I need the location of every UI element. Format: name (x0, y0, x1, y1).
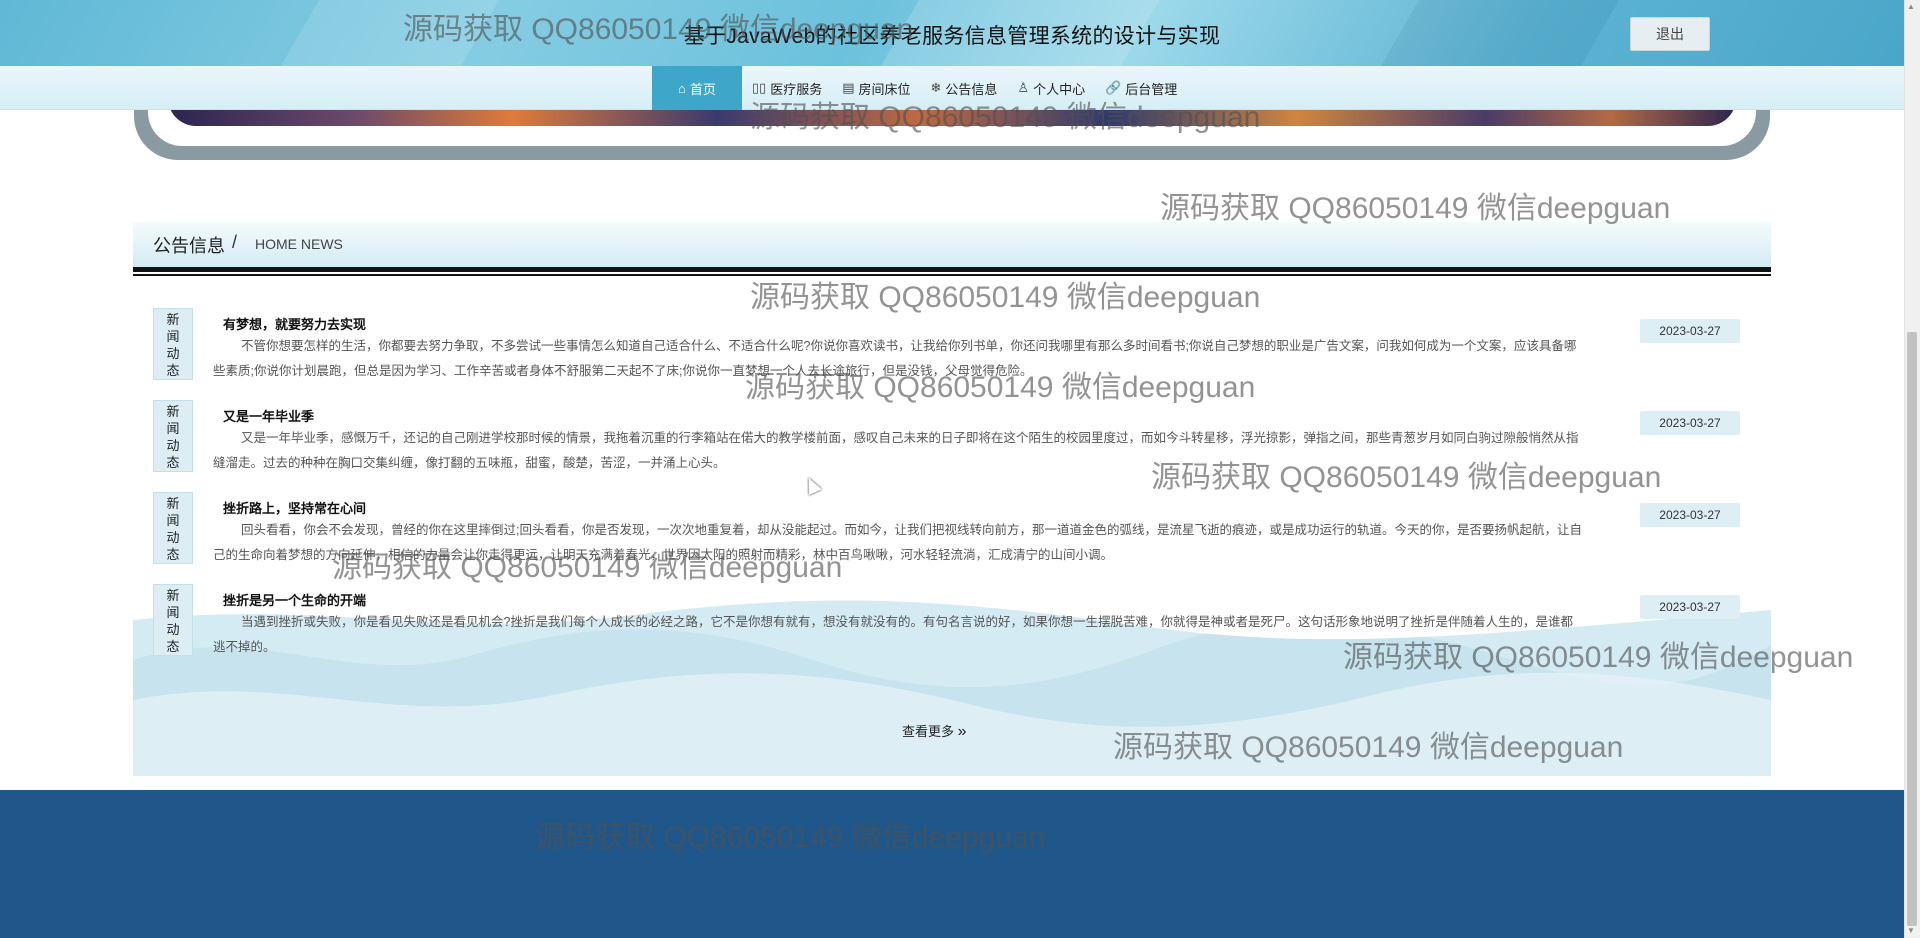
news-section-header (133, 222, 1771, 272)
news-list-item[interactable]: 新闻动态 挫折是另一个生命的开端 当遇到挫折或失败，你是看见失败还是看见机会?挫… (153, 584, 1743, 664)
logout-button[interactable]: 退出 (1630, 17, 1710, 51)
news-description: 回头看看，你会不会发现，曾经的你在这里摔倒过;回头看看，你是否发现，一次次地重复… (213, 523, 1582, 562)
main-nav: ⌂ 首页 ▯▯ 医疗服务 ▤ 房间床位 ❄ 公告信息 ♙ 个人中心 🔗 后台管理 (0, 66, 1904, 110)
news-tag: 新闻动态 (153, 584, 193, 656)
nav-item-label: 后台管理 (1125, 81, 1178, 97)
nav-item-5[interactable]: 🔗 后台管理 (1095, 66, 1187, 110)
news-tag: 新闻动态 (153, 492, 193, 564)
user-icon: ♙ (1017, 80, 1030, 95)
scroll-down-arrow-icon[interactable]: ▼ (1907, 926, 1915, 935)
nav-item-4[interactable]: ♙ 个人中心 (1007, 66, 1095, 110)
calendar-icon: ▤ (842, 80, 855, 95)
nav-item-label: 首页 (689, 81, 716, 97)
header-divider (133, 267, 1771, 272)
nav-item-label: 公告信息 (945, 81, 998, 97)
view-more-label: 查看更多 (902, 724, 955, 739)
nav-item-3[interactable]: ❄ 公告信息 (921, 66, 1008, 110)
section-subtitle: HOME NEWS (255, 236, 343, 252)
section-separator: / (232, 232, 238, 252)
news-tag: 新闻动态 (153, 308, 193, 380)
double-chevron-right-icon: » (957, 723, 967, 740)
home-icon: ⌂ (678, 80, 686, 96)
news-list-item[interactable]: 新闻动态 又是一年毕业季 又是一年毕业季，感慨万千，还记的自己刚进学校那时候的情… (153, 400, 1743, 480)
news-title[interactable]: 挫折是另一个生命的开端 (223, 590, 366, 609)
news-description: 不管你想要怎样的生活，你都要去努力争取，不多尝试一些事情怎么知道自己适合什么、不… (213, 339, 1577, 378)
news-description: 又是一年毕业季，感慨万千，还记的自己刚进学校那时候的情景，我拖着沉重的行李箱站在… (213, 431, 1579, 470)
site-title: 基于JavaWeb的社区养老服务信息管理系统的设计与实现 (683, 25, 1221, 48)
news-tag: 新闻动态 (153, 400, 193, 472)
nav-item-0[interactable]: ⌂ 首页 (652, 66, 742, 110)
news-date: 2023-03-27 (1640, 503, 1740, 527)
news-date: 2023-03-27 (1640, 319, 1740, 343)
snowflake-icon: ❄ (930, 80, 942, 95)
watermark: 源码获取 QQ86050149 微信deepguan (1160, 192, 1671, 225)
news-title[interactable]: 有梦想，就要努力去实现 (223, 314, 366, 333)
medical-icon: ▯▯ (751, 80, 767, 95)
news-title[interactable]: 又是一年毕业季 (223, 406, 314, 425)
section-title: 公告信息 (153, 236, 225, 256)
scrollbar-thumb[interactable] (1907, 332, 1917, 926)
nav-item-2[interactable]: ▤ 房间床位 (832, 66, 920, 110)
nav-item-label: 房间床位 (858, 81, 911, 97)
news-list-item[interactable]: 新闻动态 有梦想，就要努力去实现 不管你想要怎样的生活，你都要去努力争取，不多尝… (153, 308, 1743, 388)
link-icon: 🔗 (1105, 80, 1122, 95)
news-description: 当遇到挫折或失败，你是看见失败还是看见机会?挫折是我们每个人成长的必经之路，它不… (213, 615, 1573, 654)
page-footer (0, 790, 1904, 938)
view-more-link[interactable]: 查看更多 » (902, 721, 967, 741)
news-date: 2023-03-27 (1640, 595, 1740, 619)
nav-item-label: 个人中心 (1033, 81, 1086, 97)
news-date: 2023-03-27 (1640, 411, 1740, 435)
news-list-item[interactable]: 新闻动态 挫折路上，坚持常在心间 回头看看，你会不会发现，曾经的你在这里摔倒过;… (153, 492, 1743, 572)
header-divider (133, 274, 1771, 276)
news-title[interactable]: 挫折路上，坚持常在心间 (223, 498, 366, 517)
scroll-up-arrow-icon[interactable]: ▲ (1907, 2, 1915, 11)
nav-items: ⌂ 首页 ▯▯ 医疗服务 ▤ 房间床位 ❄ 公告信息 ♙ 个人中心 🔗 后台管理 (652, 66, 1187, 110)
nav-item-label: 医疗服务 (770, 81, 823, 97)
top-header-bar: 基于JavaWeb的社区养老服务信息管理系统的设计与实现 退出 (0, 0, 1904, 66)
nav-item-1[interactable]: ▯▯ 医疗服务 (742, 66, 832, 110)
